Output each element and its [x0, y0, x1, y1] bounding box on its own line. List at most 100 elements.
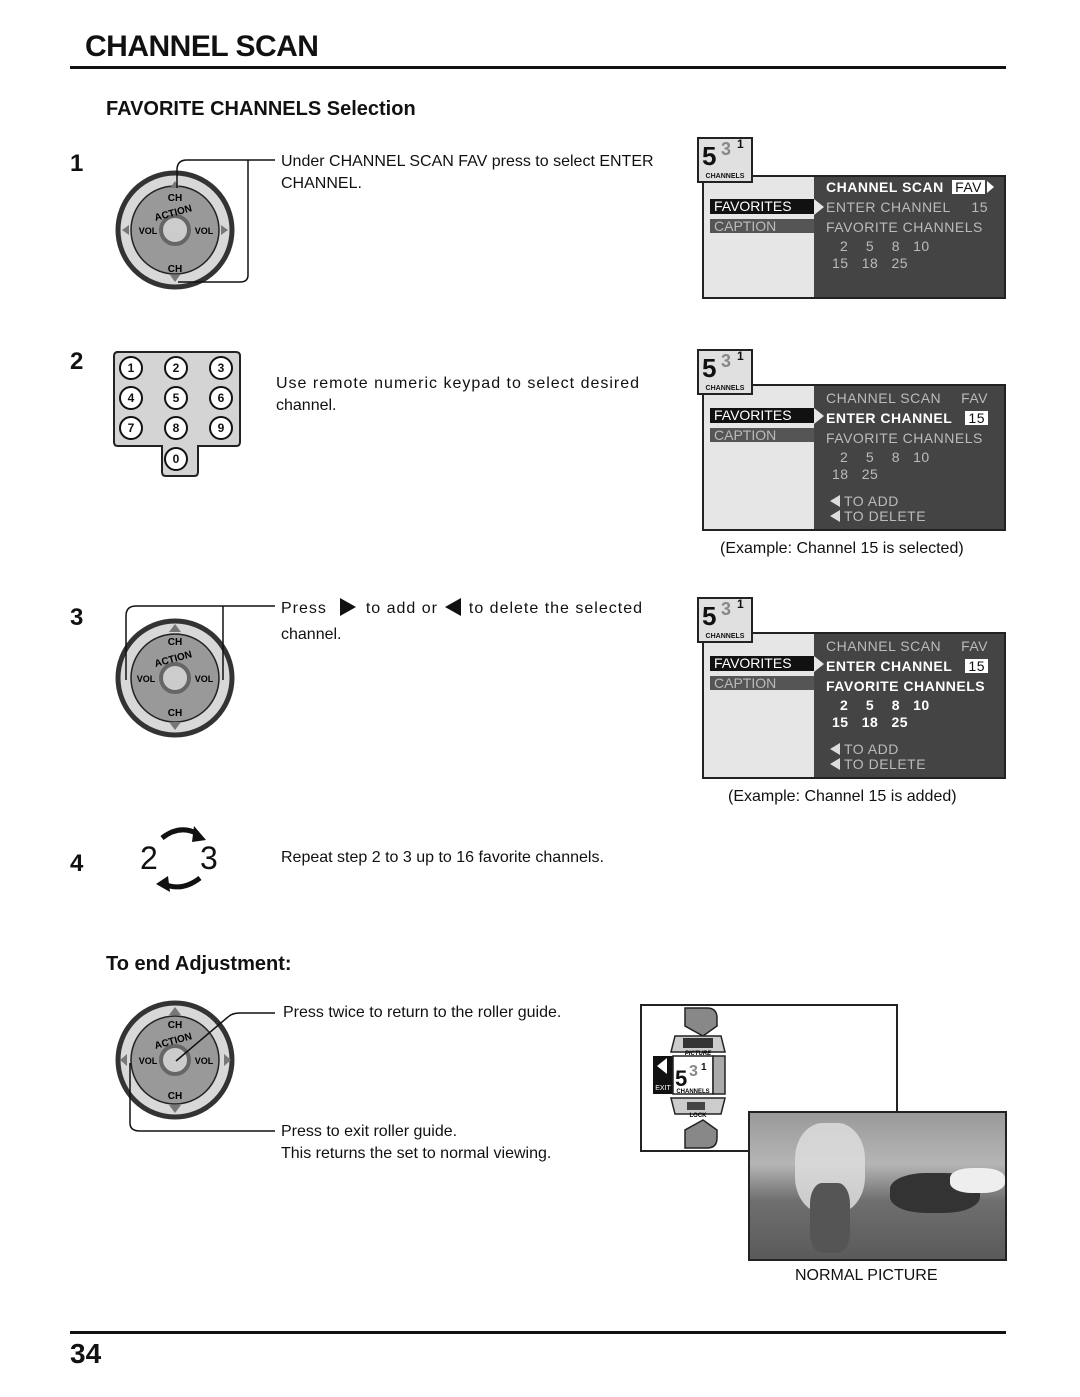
remote-action-pad-step3: CH CH VOL VOL ACTION — [115, 605, 275, 738]
osd-favorite-channels: FAVORITE CHANNELS — [826, 678, 986, 694]
channels-logo-step3: 531 CHANNELS — [697, 597, 753, 643]
keypad-key-7[interactable]: 7 — [119, 416, 143, 440]
osd-pointer-icon — [814, 656, 824, 672]
osd-fav-value: FAV — [952, 180, 985, 194]
osd-enter-value: 15 — [971, 199, 988, 215]
osd-menu-favorites: FAVORITES — [710, 656, 814, 671]
svg-text:VOL: VOL — [139, 1056, 158, 1066]
step1-line1: Under CHANNEL SCAN FAV press to select E… — [281, 153, 654, 170]
page-title: CHANNEL SCAN — [85, 30, 319, 63]
repeat-cycle-arrows-icon — [156, 826, 206, 892]
keypad-key-6[interactable]: 6 — [209, 386, 233, 410]
osd-right-arrow-icon — [987, 181, 994, 193]
osd-screen-step2: FAVORITES CAPTION CHANNEL SCAN FAV ENTER … — [702, 384, 1006, 531]
osd-to-add: TO ADD — [844, 741, 899, 757]
osd-to-delete: TO DELETE — [844, 508, 927, 524]
roller-guide-icon: PICTURE EXIT 5 3 1 CHANNELS LOCK — [653, 1007, 726, 1149]
svg-text:3: 3 — [689, 1063, 698, 1080]
svg-text:VOL: VOL — [195, 674, 214, 684]
osd-pointer-icon — [814, 199, 824, 215]
osd-channel-list-row2: 15 18 25 — [832, 714, 909, 730]
step-number-1: 1 — [70, 150, 84, 177]
step-number-4: 4 — [70, 850, 84, 877]
keypad-key-5[interactable]: 5 — [164, 386, 188, 410]
step2-instruction: Use remote numeric keypad to select desi… — [276, 373, 676, 417]
ch-down-label: CH — [168, 264, 182, 275]
osd-menu-panel — [704, 177, 814, 297]
remote-action-pad-step1: CH CH VOL VOL ACTION — [115, 159, 275, 290]
right-arrow-icon — [340, 598, 357, 616]
step-number-2: 2 — [70, 348, 84, 375]
roller-lock-label: LOCK — [690, 1113, 708, 1119]
normal-picture-image — [748, 1111, 1007, 1261]
osd-menu-caption: CAPTION — [710, 219, 814, 233]
osd-enter-channel: ENTER CHANNEL — [826, 410, 953, 426]
step3-instruction: Press to add or to delete the selected c… — [281, 598, 681, 646]
channels-logo-step1: 531 CHANNELS — [697, 137, 753, 183]
svg-text:1: 1 — [701, 1062, 707, 1073]
keypad-key-2[interactable]: 2 — [164, 356, 188, 380]
osd-enter-value: 15 — [965, 411, 988, 425]
delete-arrow-icon — [830, 758, 840, 770]
delete-arrow-icon — [830, 510, 840, 522]
osd-to-delete: TO DELETE — [844, 756, 927, 772]
step1-instruction: Under CHANNEL SCAN FAV press to select E… — [281, 151, 681, 195]
section-heading-end-adjustment: To end Adjustment: — [106, 953, 292, 975]
osd-channel-scan: CHANNEL SCAN — [826, 179, 944, 195]
keypad-key-3[interactable]: 3 — [209, 356, 233, 380]
remote-action-pad-end: CH CH VOL VOL ACTION — [115, 1000, 275, 1132]
osd-channel-list-row1: 2 5 8 10 — [840, 449, 930, 465]
step-number-3: 3 — [70, 604, 84, 631]
osd-menu-favorites: FAVORITES — [710, 199, 814, 214]
step2-line1: Use remote numeric keypad to select desi… — [276, 375, 641, 392]
osd-favorite-channels: FAVORITE CHANNELS — [826, 219, 983, 235]
osd-enter-value: 15 — [965, 659, 988, 673]
osd-fav-value: FAV — [961, 390, 988, 406]
left-arrow-icon — [445, 598, 462, 616]
title-rule — [70, 66, 1006, 69]
step3-delete-text: to delete the selected — [468, 600, 643, 617]
osd-enter-channel: ENTER CHANNEL — [826, 658, 953, 674]
osd-enter-channel: ENTER CHANNEL — [826, 199, 951, 215]
step4-instruction: Repeat step 2 to 3 up to 16 favorite cha… — [281, 849, 604, 866]
osd-menu-caption: CAPTION — [710, 676, 814, 690]
roller-channels-label: CHANNELS — [676, 1089, 709, 1095]
svg-text:CH: CH — [168, 1091, 182, 1102]
keypad-key-0[interactable]: 0 — [164, 447, 188, 471]
svg-text:VOL: VOL — [195, 1056, 214, 1066]
add-arrow-icon — [830, 495, 840, 507]
step1-line2: CHANNEL. — [281, 175, 362, 192]
exit-instruction: Press to exit roller guide. This returns… — [281, 1121, 551, 1165]
osd-channel-scan: CHANNEL SCAN — [826, 638, 942, 654]
channels-logo-step2: 531 CHANNELS — [697, 349, 753, 395]
vol-right-label: VOL — [195, 226, 214, 236]
keypad-key-8[interactable]: 8 — [164, 416, 188, 440]
press-exit-text: Press to exit roller guide. — [281, 1123, 458, 1140]
svg-text:CH: CH — [168, 1020, 182, 1031]
keypad-key-1[interactable]: 1 — [119, 356, 143, 380]
page-number: 34 — [70, 1338, 102, 1369]
press-twice-text: Press twice to return to the roller guid… — [283, 1004, 562, 1021]
step3-press-text: Press — [281, 600, 327, 617]
step3-caption: (Example: Channel 15 is added) — [728, 788, 957, 805]
svg-text:5: 5 — [675, 1066, 687, 1091]
osd-screen-step1: FAVORITES CAPTION CHANNEL SCAN FAV ENTER … — [702, 175, 1006, 299]
osd-favorite-channels: FAVORITE CHANNELS — [826, 430, 983, 446]
osd-channel-list-row1: 2 5 8 10 — [840, 238, 930, 254]
osd-to-add: TO ADD — [844, 493, 899, 509]
section-heading-favorites: FAVORITE CHANNELS Selection — [106, 98, 416, 120]
osd-fav-value: FAV — [961, 638, 988, 654]
returns-normal-text: This returns the set to normal viewing. — [281, 1145, 552, 1162]
step3-line2: channel. — [281, 626, 342, 643]
osd-channel-list-row1: 2 5 8 10 — [840, 697, 930, 713]
roller-exit-label: EXIT — [655, 1085, 671, 1092]
osd-menu-caption: CAPTION — [710, 428, 814, 442]
osd-channel-scan: CHANNEL SCAN — [826, 390, 942, 406]
osd-pointer-icon — [814, 408, 824, 424]
osd-menu-favorites: FAVORITES — [710, 408, 814, 423]
keypad-key-4[interactable]: 4 — [119, 386, 143, 410]
keypad-key-9[interactable]: 9 — [209, 416, 233, 440]
osd-channel-list-row2: 18 25 — [832, 466, 879, 482]
svg-text:VOL: VOL — [137, 674, 156, 684]
vol-left-label: VOL — [139, 226, 158, 236]
